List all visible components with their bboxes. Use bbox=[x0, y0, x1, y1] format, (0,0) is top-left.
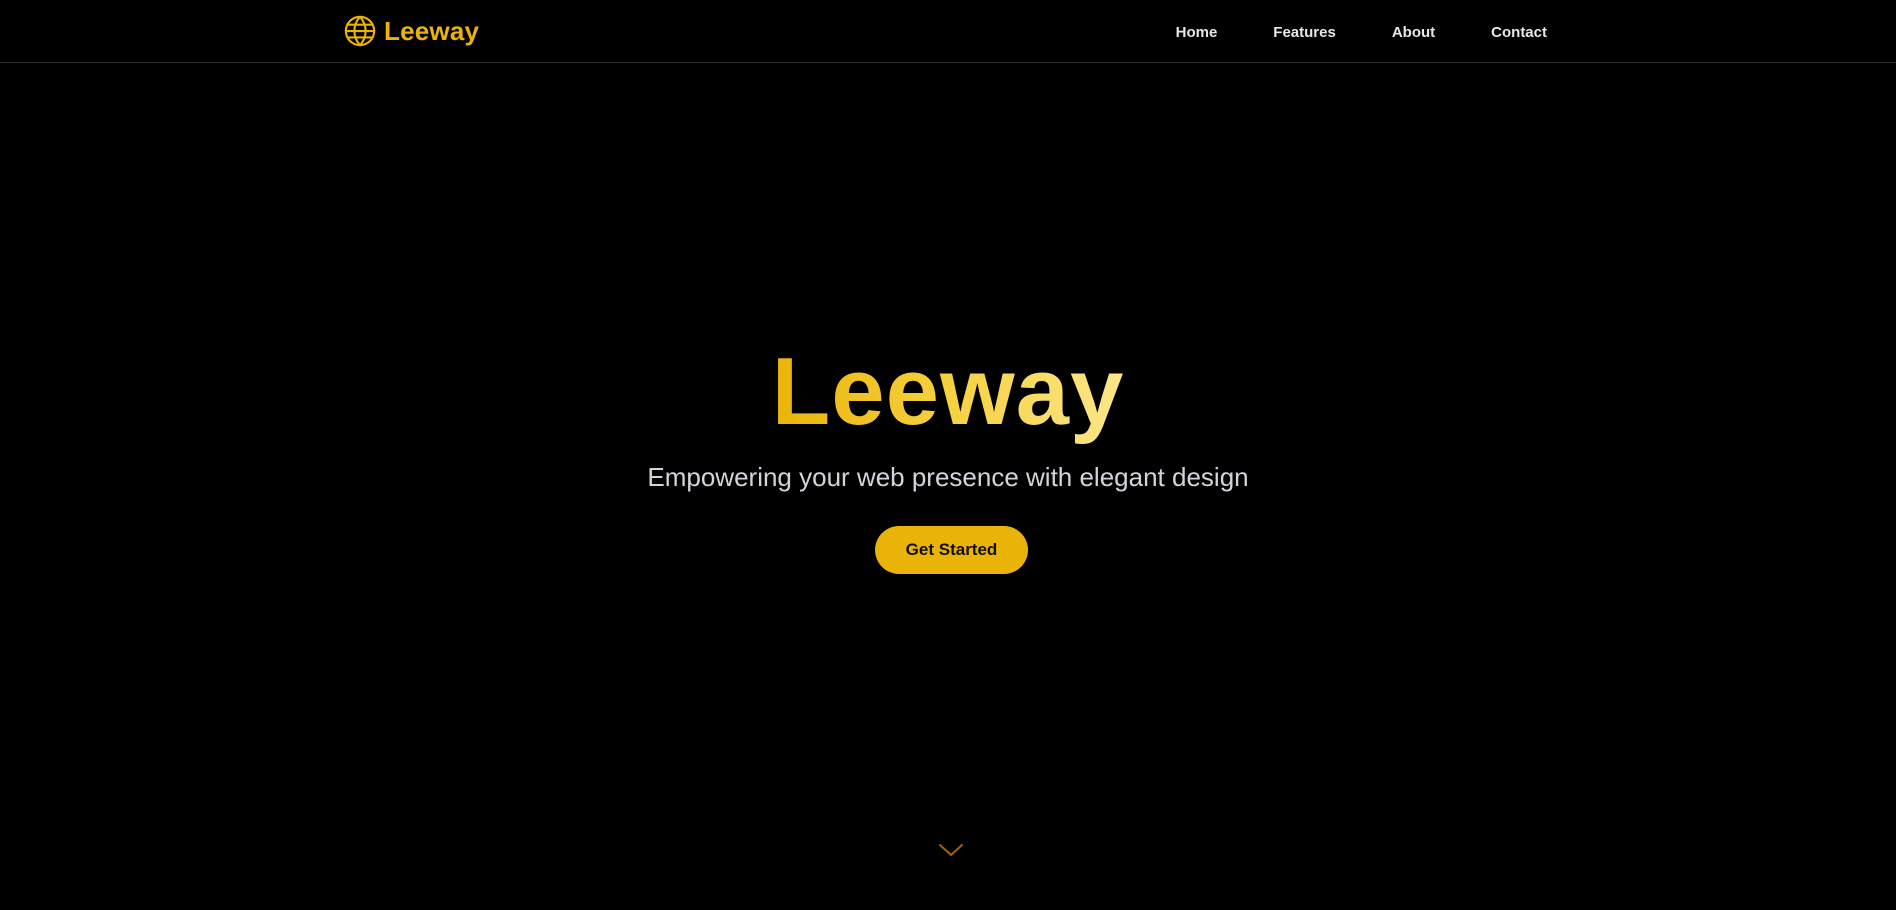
hero-subtitle: Empowering your web presence with elegan… bbox=[647, 462, 1249, 492]
nav-link-home[interactable]: Home bbox=[1176, 24, 1218, 41]
main-nav: Home Features About Contact bbox=[1176, 20, 1547, 44]
get-started-button[interactable]: Get Started bbox=[875, 526, 1028, 574]
brand-logo-link[interactable]: Leeway bbox=[343, 13, 479, 49]
brand-name: Leeway bbox=[384, 15, 480, 46]
hero-title: Leeway bbox=[0, 337, 1896, 447]
chevron-down-icon[interactable] bbox=[938, 842, 964, 858]
nav-link-features[interactable]: Features bbox=[1273, 24, 1336, 41]
top-navbar: Leeway Home Features About Contact bbox=[0, 0, 1896, 63]
hero-title-text: Leeway bbox=[771, 338, 1125, 445]
hero-section: Leeway Empowering your web presence with… bbox=[0, 64, 1896, 910]
nav-link-about[interactable]: About bbox=[1392, 24, 1435, 41]
nav-link-contact[interactable]: Contact bbox=[1491, 24, 1547, 41]
globe-icon bbox=[343, 14, 377, 48]
